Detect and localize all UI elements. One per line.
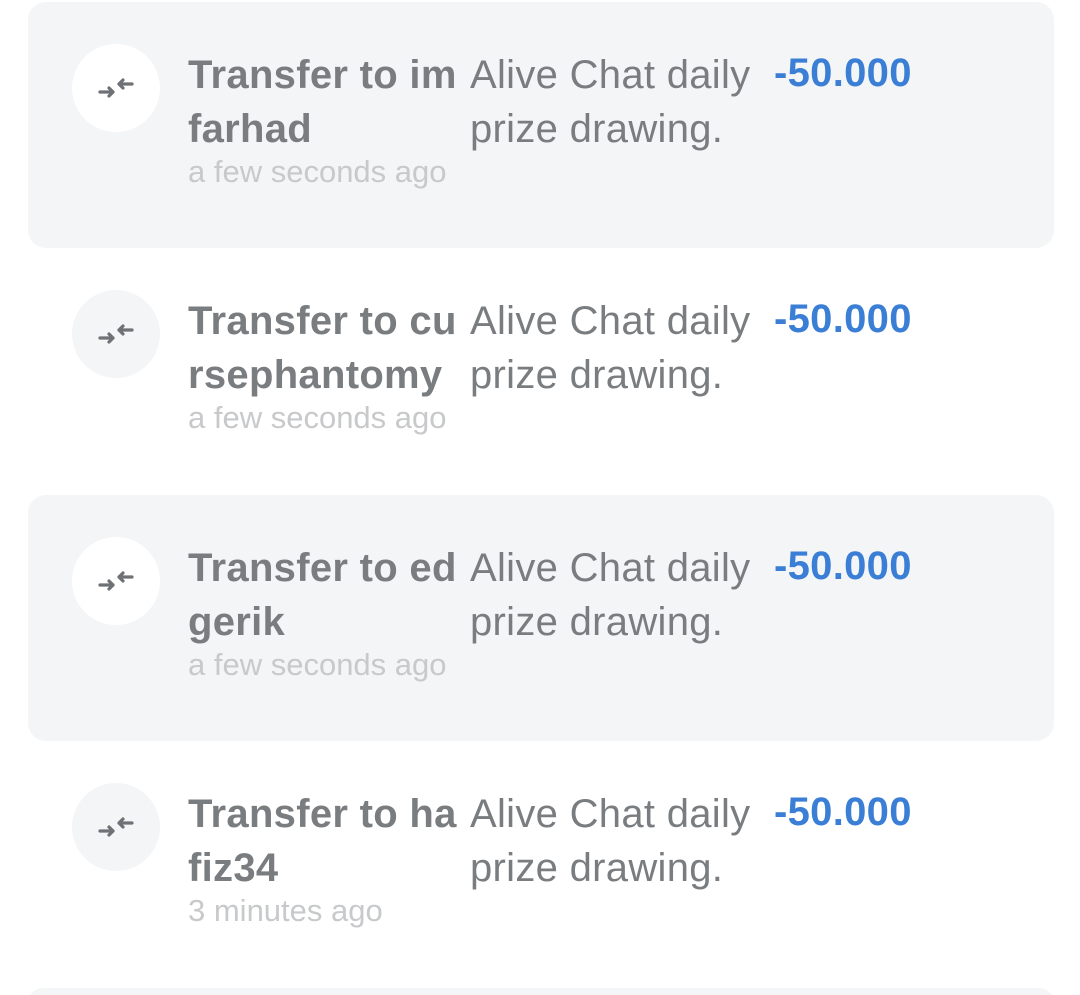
transaction-description: Alive Chat daily prize drawing. <box>470 546 751 644</box>
transaction-time: a few seconds ago <box>188 154 447 189</box>
transaction-description: Alive Chat daily prize drawing. <box>470 53 751 151</box>
next-transaction-row-edge <box>28 988 1054 995</box>
transaction-row[interactable]: Transfer to imfarhad a few seconds ago A… <box>28 2 1054 248</box>
transaction-title: Transfer to cursephantomy <box>188 299 457 397</box>
transaction-icon-container <box>72 783 160 871</box>
transfer-arrows-icon <box>98 571 134 591</box>
transaction-list: Transfer to imfarhad a few seconds ago A… <box>0 0 1080 995</box>
transfer-arrows-icon <box>98 78 134 98</box>
transfer-arrows-icon <box>98 324 134 344</box>
transaction-amount: -50.000 <box>774 544 912 588</box>
transaction-icon-container <box>72 537 160 625</box>
transfer-arrows-icon <box>98 817 134 837</box>
transaction-amount: -50.000 <box>774 51 912 95</box>
transaction-description: Alive Chat daily prize drawing. <box>470 792 751 890</box>
transaction-time: a few seconds ago <box>188 647 447 682</box>
transaction-row[interactable]: Transfer to edgerik a few seconds ago Al… <box>28 495 1054 741</box>
transaction-icon-container <box>72 290 160 378</box>
transaction-amount: -50.000 <box>774 297 912 341</box>
transaction-time: 3 minutes ago <box>188 893 383 928</box>
transaction-amount: -50.000 <box>774 790 912 834</box>
transaction-time: a few seconds ago <box>188 400 447 435</box>
transaction-row[interactable]: Transfer to cursephantomy a few seconds … <box>28 248 1054 494</box>
transaction-title: Transfer to imfarhad <box>188 53 457 151</box>
transaction-icon-container <box>72 44 160 132</box>
transaction-title: Transfer to edgerik <box>188 546 457 644</box>
transaction-description: Alive Chat daily prize drawing. <box>470 299 751 397</box>
transaction-title: Transfer to hafiz34 <box>188 792 457 890</box>
transaction-row[interactable]: Transfer to hafiz34 3 minutes ago Alive … <box>28 741 1054 987</box>
